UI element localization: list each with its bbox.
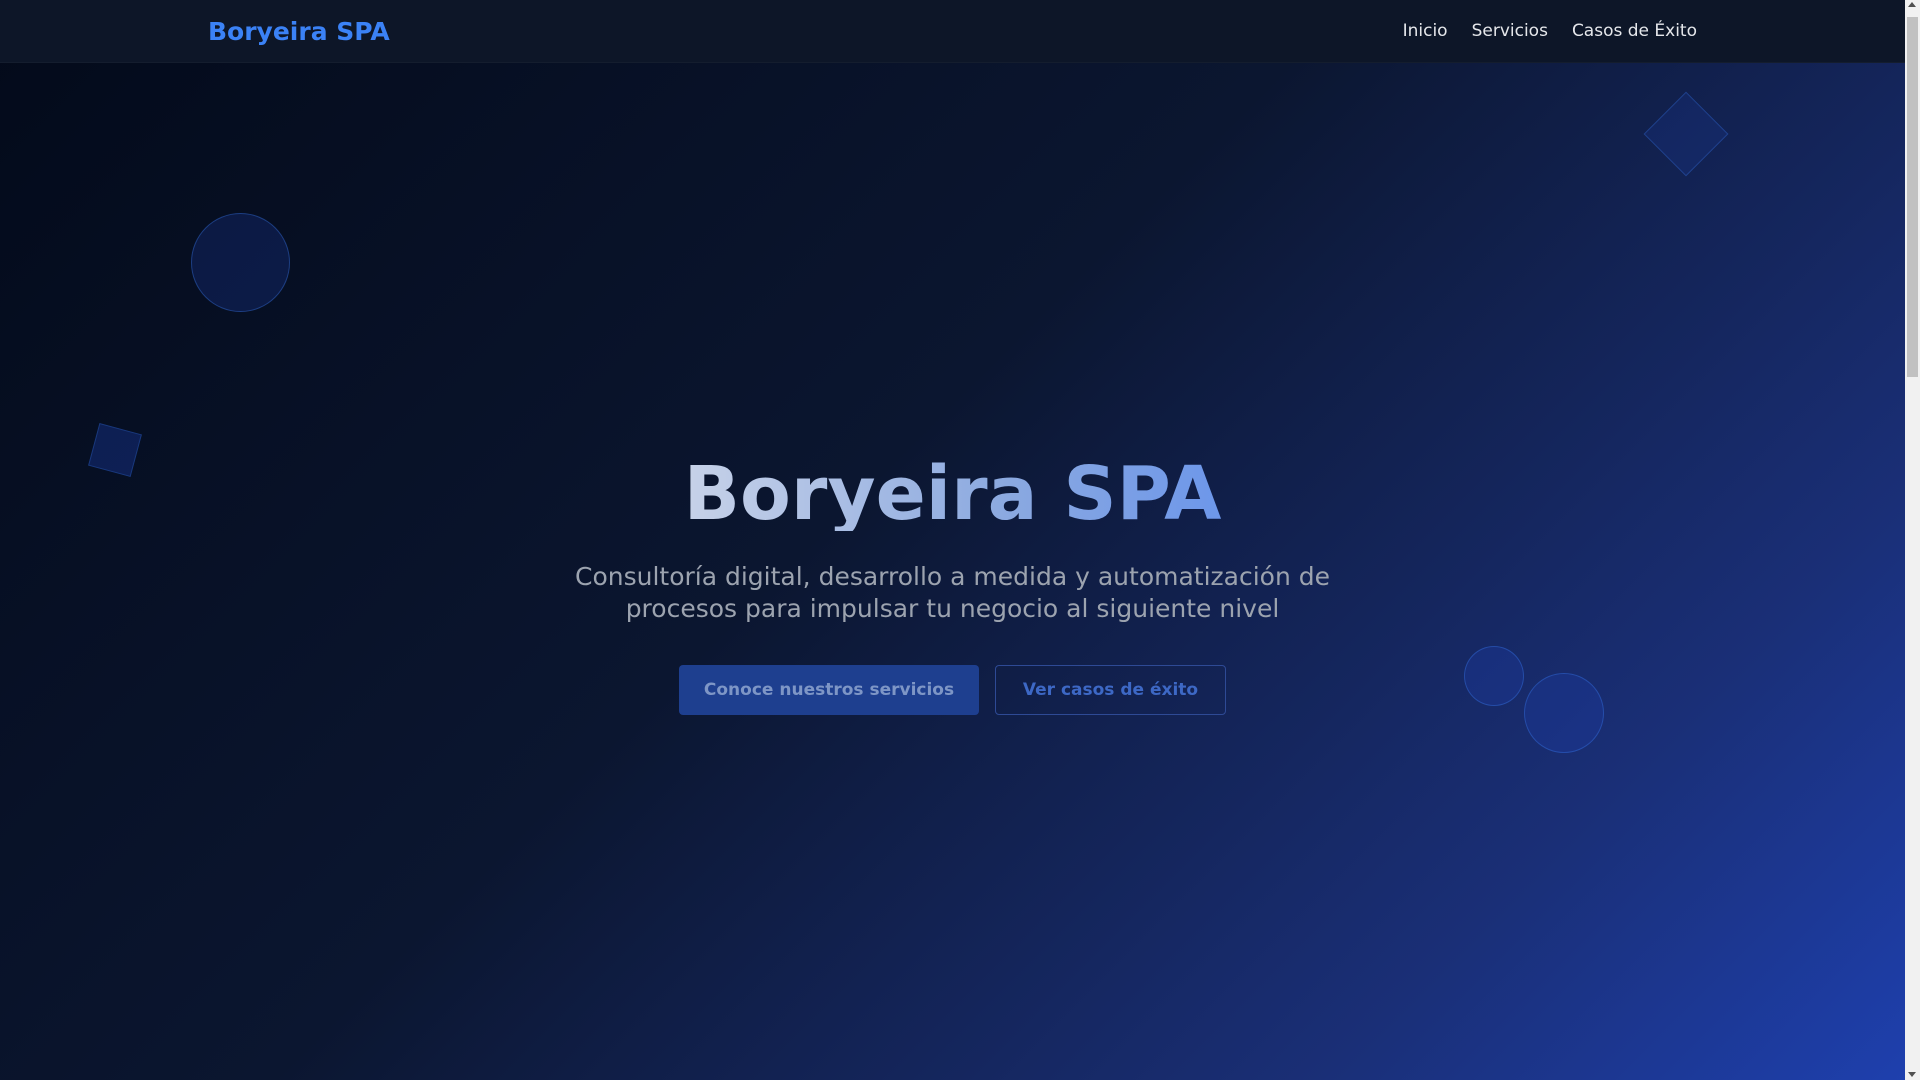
services-cta-button[interactable]: Conoce nuestros servicios	[679, 665, 979, 715]
scrollbar-thumb[interactable]	[1907, 17, 1918, 377]
nav-link-servicios[interactable]: Servicios	[1472, 21, 1548, 41]
hero-section: Boryeira SPA Consultoría digital, desarr…	[0, 63, 1905, 1080]
cta-row: Conoce nuestros servicios Ver casos de é…	[679, 665, 1226, 715]
brand-logo-link[interactable]: Boryeira SPA	[208, 17, 390, 46]
chevron-up-icon[interactable]	[1908, 2, 1916, 7]
nav-links: Inicio Servicios Casos de Éxito	[1403, 21, 1697, 41]
success-cases-cta-button[interactable]: Ver casos de éxito	[995, 665, 1226, 715]
top-navbar: Boryeira SPA Inicio Servicios Casos de É…	[0, 0, 1905, 63]
chevron-down-icon[interactable]	[1908, 1072, 1916, 1077]
nav-link-inicio[interactable]: Inicio	[1403, 21, 1448, 41]
vertical-scrollbar[interactable]	[1905, 0, 1920, 1080]
nav-link-casos-de-exito[interactable]: Casos de Éxito	[1572, 21, 1697, 41]
hero-subtitle: Consultoría digital, desarrollo a medida…	[574, 562, 1331, 623]
hero-title: Boryeira SPA	[683, 451, 1222, 537]
